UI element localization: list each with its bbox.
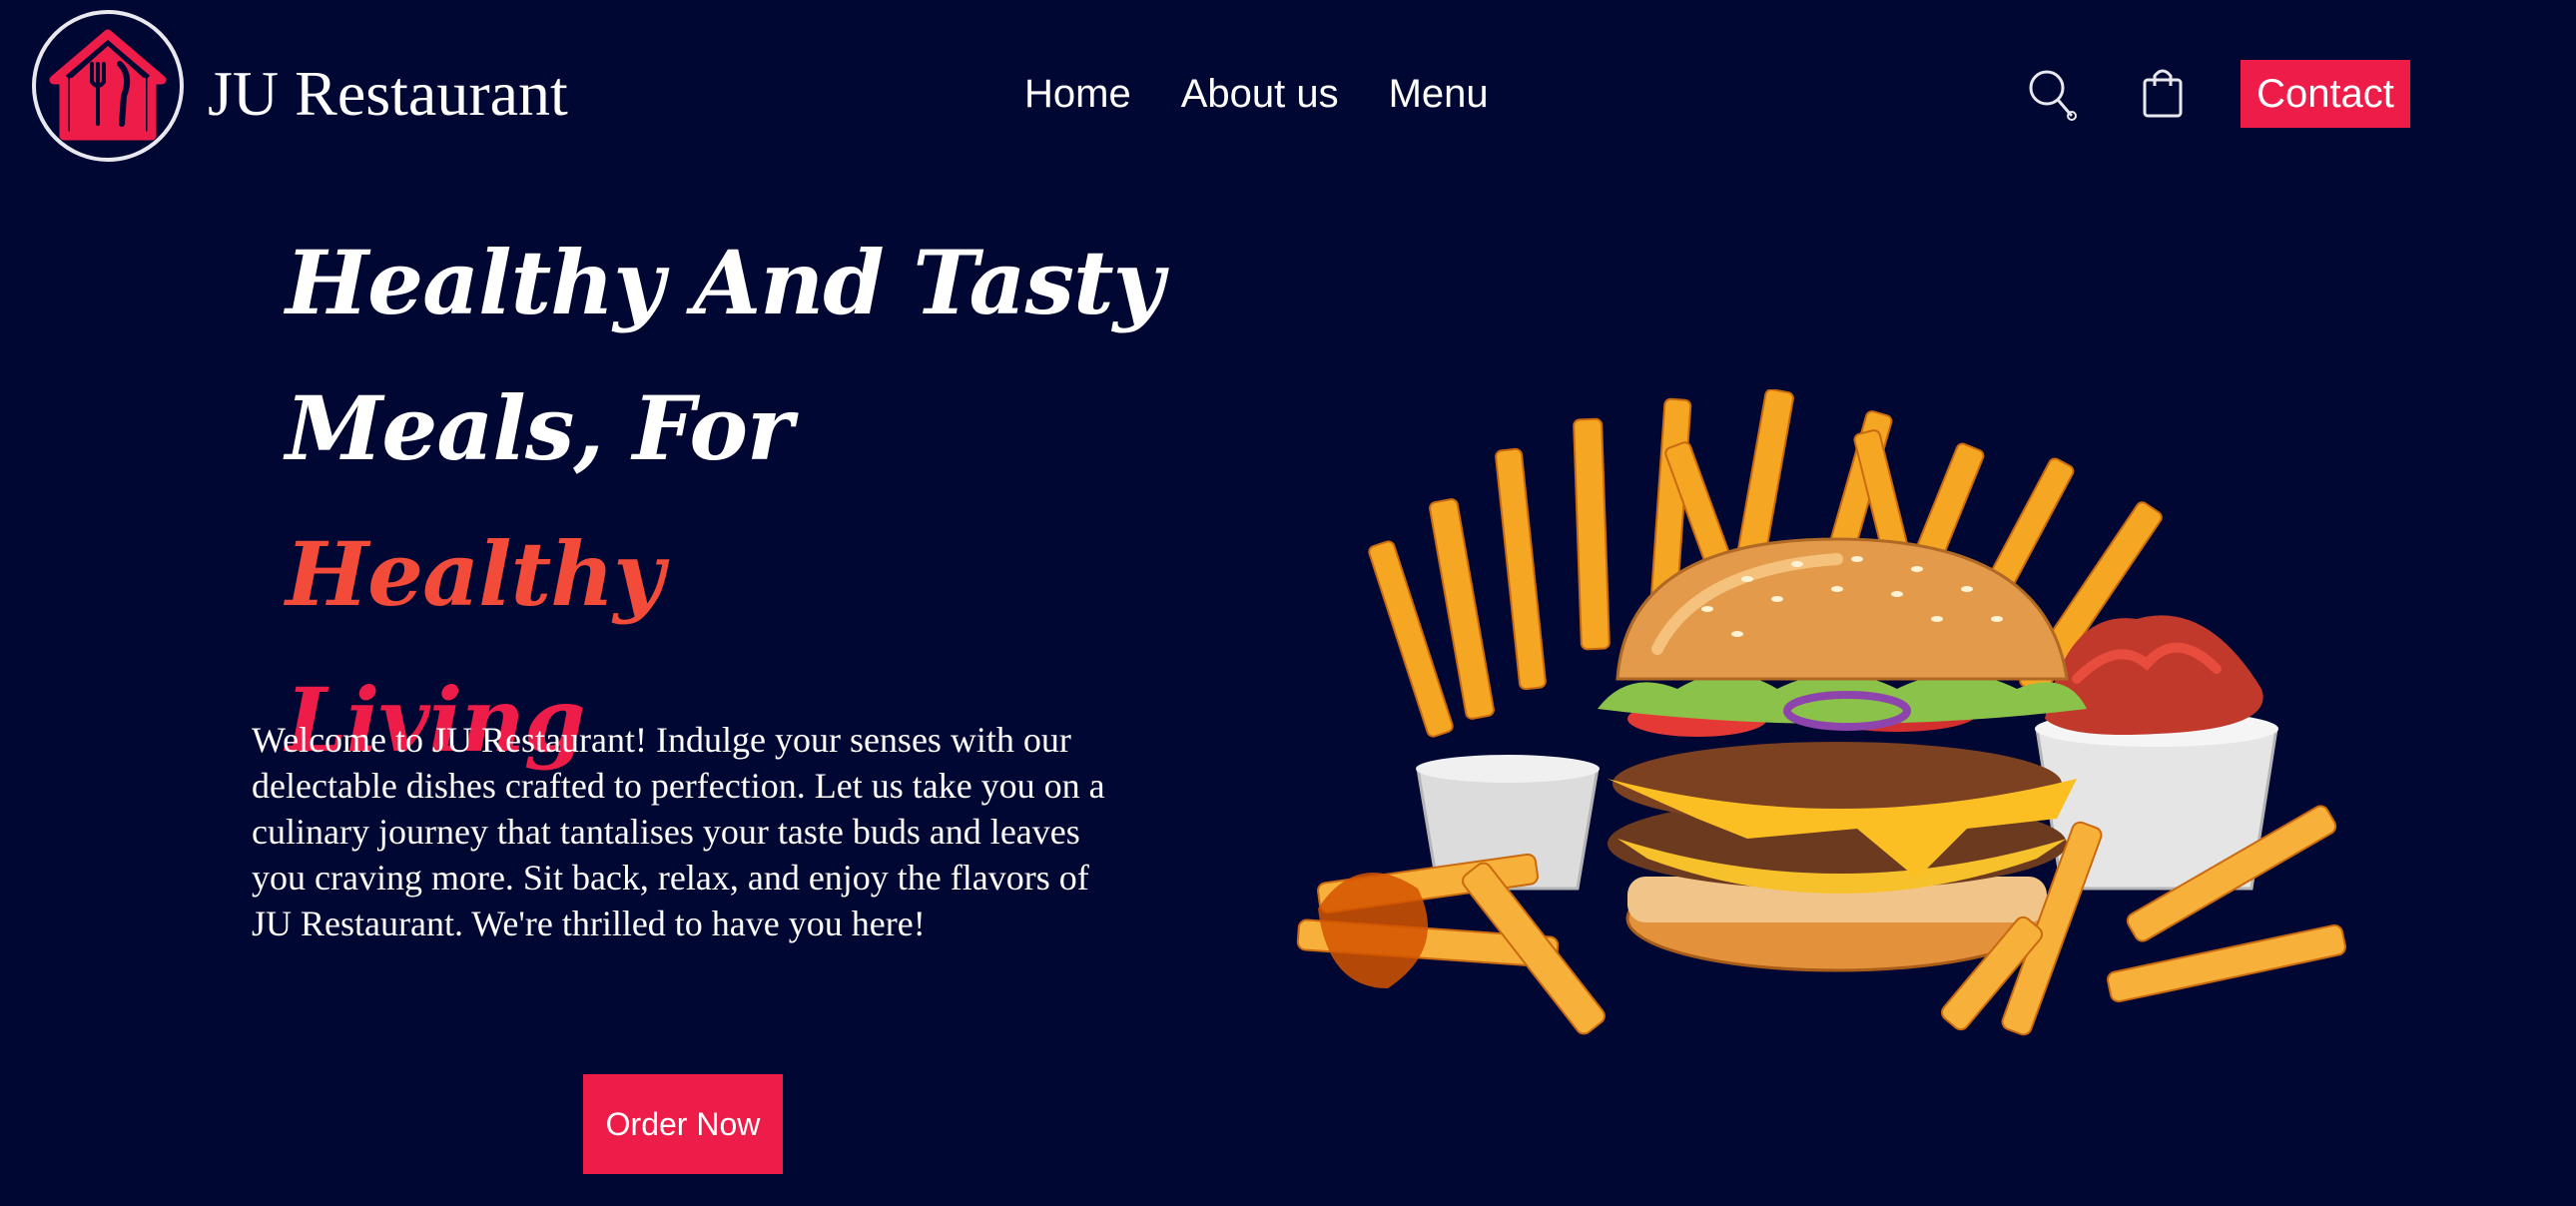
search-icon [2029,70,2077,121]
contact-button[interactable]: Contact [2241,60,2410,128]
headline-highlight: Healthy [286,522,664,626]
order-now-button[interactable]: Order Now [583,1074,783,1174]
nav-home[interactable]: Home [1024,66,1131,122]
search-button[interactable] [2027,68,2079,124]
headline-line-2: Meals, For Healthy [286,355,1184,647]
cart-button[interactable] [2139,64,2187,120]
logo[interactable] [32,10,184,162]
headline-text-2: Meals, For [286,376,793,480]
brand-name[interactable]: JU Restaurant [208,54,568,134]
headline-text-1: Healthy And Tasty [286,231,1164,334]
main-nav: Home About us Menu [1024,66,1489,122]
burger-and-fries-image [1278,388,2386,1048]
hero-headline: Healthy And Tasty Meals, For Healthy Liv… [286,210,1184,793]
house-fork-knife-icon [42,20,174,152]
hero-intro: Welcome to JU Restaurant! Indulge your s… [252,720,1105,943]
nav-about-us[interactable]: About us [1181,66,1339,122]
shopping-bag-icon [2143,69,2183,118]
nav-menu[interactable]: Menu [1389,66,1489,122]
headline-line-1: Healthy And Tasty [286,210,1184,355]
